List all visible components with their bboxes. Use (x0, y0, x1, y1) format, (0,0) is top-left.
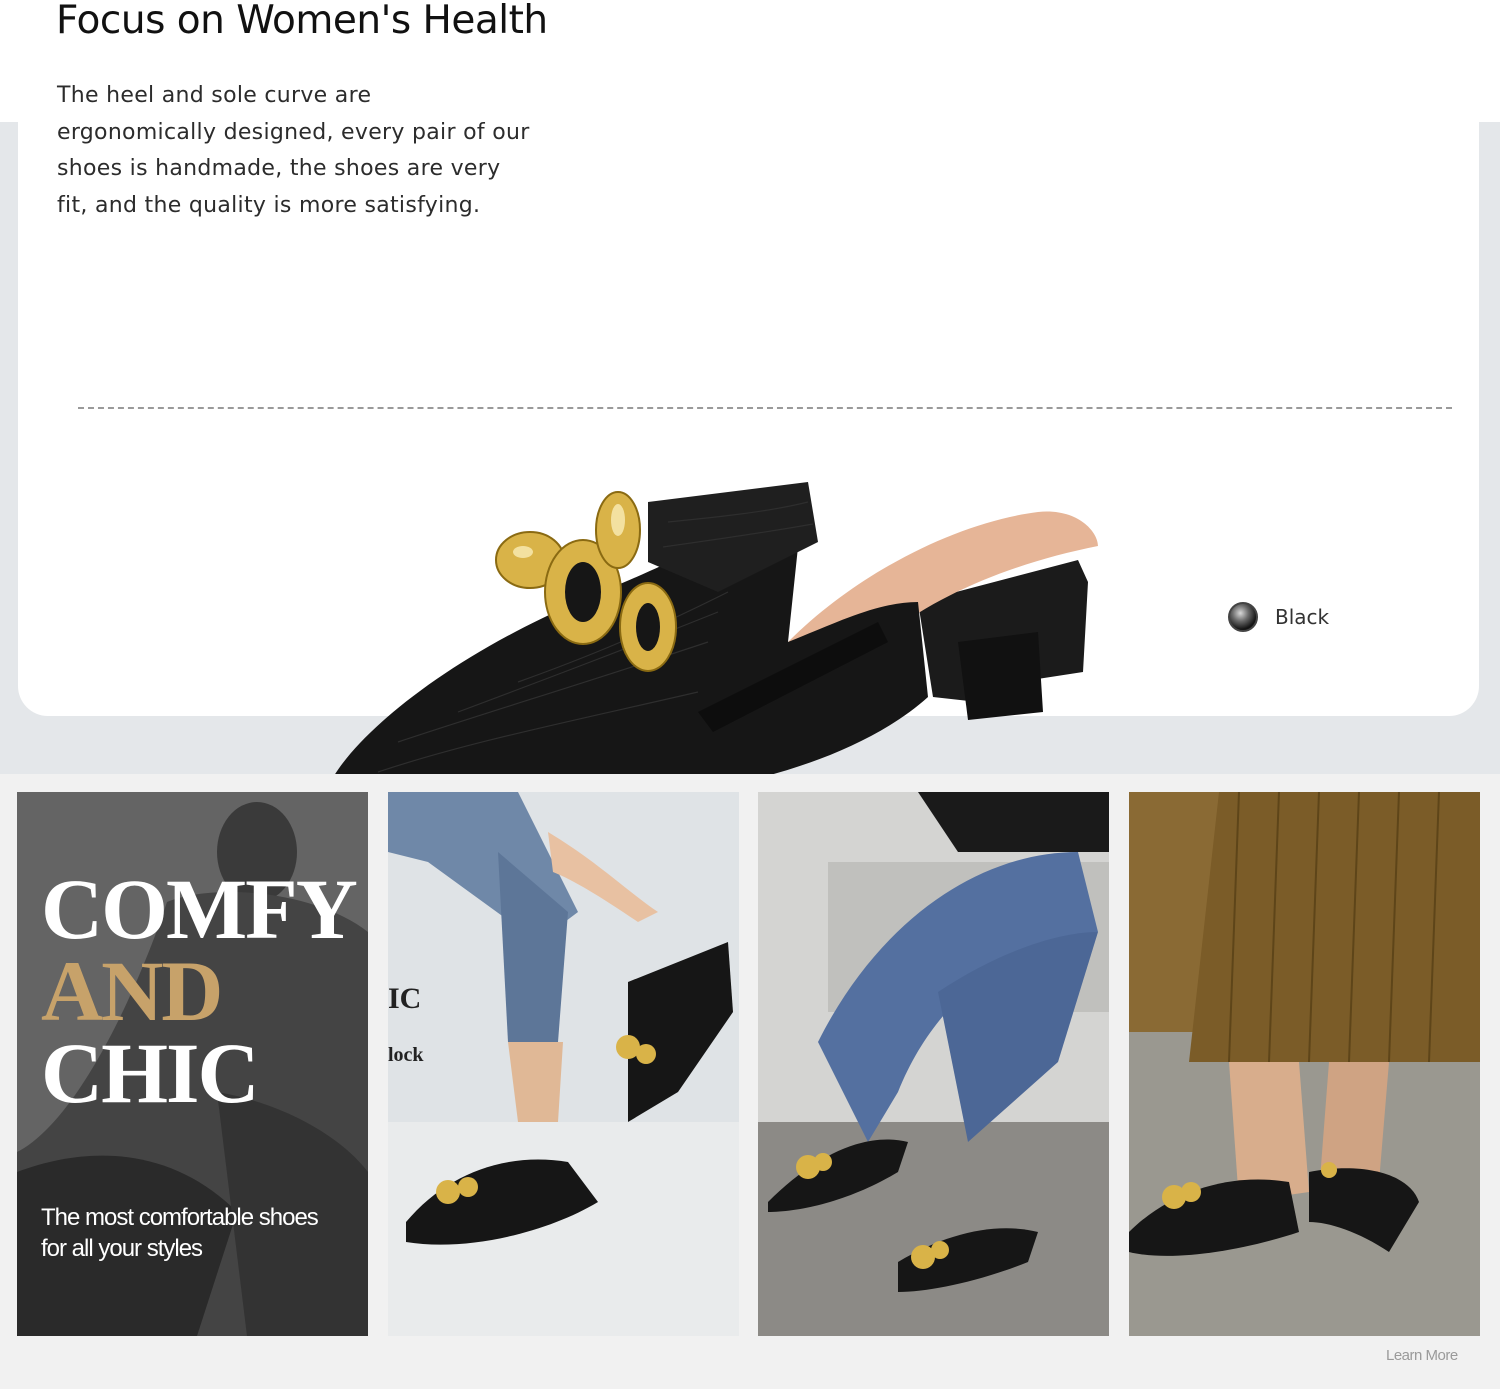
page-title: Focus on Women's Health (56, 0, 548, 43)
gallery-tile-lifestyle-1[interactable]: IC lock (388, 792, 739, 1336)
banner-line-2: AND (41, 943, 223, 1039)
learn-more-link[interactable]: Learn More (1386, 1347, 1458, 1364)
dashed-divider (78, 407, 1452, 409)
description-text: The heel and sole curve are ergonomicall… (57, 83, 530, 218)
gallery-tile-lifestyle-3[interactable] (1129, 792, 1480, 1336)
product-shoe-image (328, 482, 1098, 805)
banner-line-3: CHIC (41, 1025, 260, 1121)
gallery-tile-banner[interactable]: COMFY AND CHIC The most comfortable shoe… (17, 792, 368, 1336)
overlay-text-fragment-2: lock (388, 1044, 424, 1066)
banner-headline: COMFY AND CHIC (41, 861, 358, 1121)
overlay-text-fragment-1: IC (388, 982, 422, 1015)
lifestyle-photo-1 (388, 792, 739, 1336)
lifestyle-photo-3 (1129, 792, 1480, 1336)
gallery-tile-lifestyle-2[interactable] (758, 792, 1109, 1336)
color-swatch-black[interactable] (1228, 602, 1258, 632)
banner-line-1: COMFY (41, 861, 358, 957)
color-option-label: Black (1275, 605, 1330, 629)
banner-tagline: The most comfortable shoes for all your … (41, 1204, 319, 1262)
lifestyle-photo-2 (758, 792, 1109, 1336)
